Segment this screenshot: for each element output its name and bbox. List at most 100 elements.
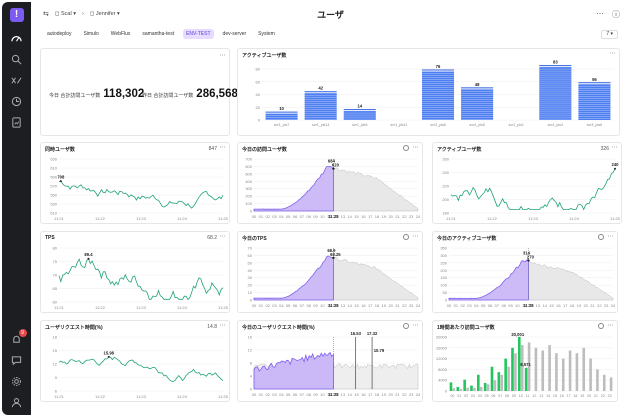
- series-line: [58, 257, 224, 300]
- user-selector[interactable]: ◻ Jennifer ▾: [90, 11, 120, 17]
- project-selector[interactable]: ◻ Scal ▾: [55, 11, 76, 17]
- x-tick-label: 11:22: [487, 216, 497, 221]
- yesterday-bar: [493, 380, 497, 391]
- dashboard-icon[interactable]: [9, 31, 25, 45]
- x-tick-label: 11:23: [136, 216, 146, 221]
- yesterday-area: [253, 256, 419, 301]
- y-tick-label: 50: [443, 290, 448, 295]
- today-tps-panel-chart[interactable]: 01020304050607000 01 02 03 04 05 06 07 08 09 10 11 1…: [238, 232, 423, 313]
- yesterday-bar: [589, 358, 592, 391]
- current-label: 8,571: [520, 362, 531, 367]
- more-menu-icon[interactable]: ⋯: [596, 9, 604, 20]
- x-tick-label: 14: [542, 303, 547, 308]
- user-name: Jennifer: [95, 11, 116, 17]
- today-stat-label: 今日 合計訪問ユーザ数: [49, 93, 101, 99]
- y-tick-label: 80: [256, 67, 261, 72]
- x-tick-label: 05: [286, 392, 291, 397]
- peak-label: 15.98: [104, 350, 115, 355]
- user-icon[interactable]: [9, 395, 25, 409]
- x-tick-label: 05: [485, 394, 489, 398]
- tab-0[interactable]: autodeploy: [44, 29, 74, 39]
- x-tick-label: 22: [402, 214, 407, 219]
- today-area: [253, 351, 334, 390]
- y-tick-label: 65: [53, 286, 58, 291]
- y-tick-label: 12: [248, 348, 253, 353]
- x-tick-label: 22: [402, 392, 407, 397]
- active-users-line-panel-chart[interactable]: 180 200 220 240 260 11:21 11:22 11:23 11:24 11:25…: [433, 143, 622, 224]
- tab-select[interactable]: 7 ▾: [601, 29, 618, 39]
- x-tick-label: 17: [368, 392, 373, 397]
- sidebar: ! 9: [2, 2, 31, 415]
- yesterday-bar: [534, 347, 538, 391]
- settings-icon[interactable]: [9, 374, 25, 388]
- monitor-icon[interactable]: [9, 52, 25, 66]
- tab-3[interactable]: samantha-test: [139, 29, 177, 39]
- y-tick-label: 500: [245, 171, 252, 176]
- x-tick-label: 11:24: [569, 216, 579, 221]
- tab-2[interactable]: WebFlux: [108, 29, 134, 39]
- x-tick-label: 02: [464, 394, 468, 398]
- active-users-bar-panel-chart[interactable]: 0 20 40 60 80 10 svr1_pls7 42 svr1_pls14 14 svr1_p…: [238, 49, 620, 136]
- notification-icon[interactable]: 9: [9, 329, 27, 346]
- today-area: [448, 259, 529, 301]
- bar-category-label: svr4_pls3: [548, 123, 563, 127]
- chat-icon[interactable]: [9, 353, 25, 367]
- x-tick-label: 02: [460, 303, 465, 308]
- x-tick-label: 24: [416, 303, 421, 308]
- x-tick-label: 10: [320, 392, 325, 397]
- peak-point: [87, 257, 90, 260]
- x-tick-label: 20: [388, 303, 393, 308]
- panel-menu-icon[interactable]: ⋯: [220, 52, 226, 59]
- today-bar: [511, 347, 514, 391]
- tab-1[interactable]: Simulo: [80, 29, 101, 39]
- x-tick-label: 11:21: [54, 394, 64, 399]
- y-tick-label: 8: [250, 361, 253, 366]
- report-icon[interactable]: [9, 94, 25, 108]
- yesterday-bar: [473, 388, 476, 391]
- x-tick-label: 07: [498, 394, 502, 398]
- yesterday-bar: [479, 386, 483, 391]
- x-tick-label: 09: [313, 303, 318, 308]
- y-tick-label: 220: [442, 184, 449, 189]
- yesterday-bar: [541, 350, 545, 391]
- concurrent-users-panel-chart[interactable]: 51053055057059061063011:21 11:22 11:23 11:2…: [41, 143, 230, 224]
- analysis-icon[interactable]: [9, 73, 25, 87]
- x-tick-label: 19: [382, 392, 387, 397]
- tps-panel-chart[interactable]: 60 65 70 75 80 11:21 11:22 11:23 11:24 11:25 89.4: [41, 232, 230, 313]
- app-logo[interactable]: !: [9, 8, 24, 22]
- y-tick-label: 100: [245, 201, 252, 206]
- x-tick-label: 04: [478, 394, 482, 398]
- help-icon[interactable]: ⓘ: [612, 9, 620, 20]
- tab-6[interactable]: System: [255, 29, 278, 39]
- hourly-visit-panel-chart[interactable]: 0 4000 8000 12000 16000 20000 00 01 02 03 04 05 06 07…: [433, 321, 618, 402]
- x-tick-label: 03: [272, 303, 277, 308]
- tab-bar: autodeploy Simulo WebFlux samantha-test ENV-…: [31, 28, 630, 40]
- x-tick-label: 06: [293, 214, 298, 219]
- hierarchy-icon[interactable]: ⇆: [43, 10, 49, 18]
- y-tick-label: 40: [256, 92, 261, 97]
- request-time-panel: ユーザリクエスト時間(%) 14.8 ⋯ 6 9 12 15 18 11:21 11:22 11:2…: [40, 320, 230, 402]
- x-tick-label: 03: [272, 392, 277, 397]
- tab-4[interactable]: ENV-TEST: [183, 29, 214, 39]
- x-tick-label: 14: [347, 392, 352, 397]
- today-request-panel-chart[interactable]: 048121600 01 02 03 04 05 06 07 08 09 10 11 12 13 14 15 1…: [238, 321, 423, 402]
- request-time-panel-chart[interactable]: 6 9 12 15 18 11:21 11:22 11:23 11:24 11:25 15.98: [41, 321, 230, 402]
- y-tick-label: 600: [245, 164, 252, 169]
- x-tick-label: 11:21: [446, 216, 456, 221]
- y-tick-label: 630: [50, 157, 57, 162]
- tab-5[interactable]: dev-server: [220, 29, 250, 39]
- y-tick-label: 50: [248, 260, 253, 265]
- today-bar: [483, 382, 487, 391]
- yesterday-bar: [466, 387, 469, 391]
- bar-value-label: 48: [475, 82, 480, 87]
- yesterday-bar: [486, 384, 490, 391]
- today-visit-panel-chart[interactable]: 0 100 200 300 400 500 600 700 00 01 02 03 04 05 06 07 08…: [238, 143, 423, 224]
- x-tick-label: 07: [300, 392, 305, 397]
- today-active-panel-chart[interactable]: 0 50 100 150 200 250 300 350 00 01 02 03 04 05 06 07 08 0…: [433, 232, 618, 313]
- document-icon[interactable]: [9, 115, 25, 129]
- y-tick-label: 18: [53, 335, 58, 340]
- x-tick-label: 14: [347, 214, 352, 219]
- y-tick-label: 60: [53, 300, 58, 305]
- x-tick-label: 04: [279, 303, 284, 308]
- x-tick-label: 11:21: [54, 305, 64, 310]
